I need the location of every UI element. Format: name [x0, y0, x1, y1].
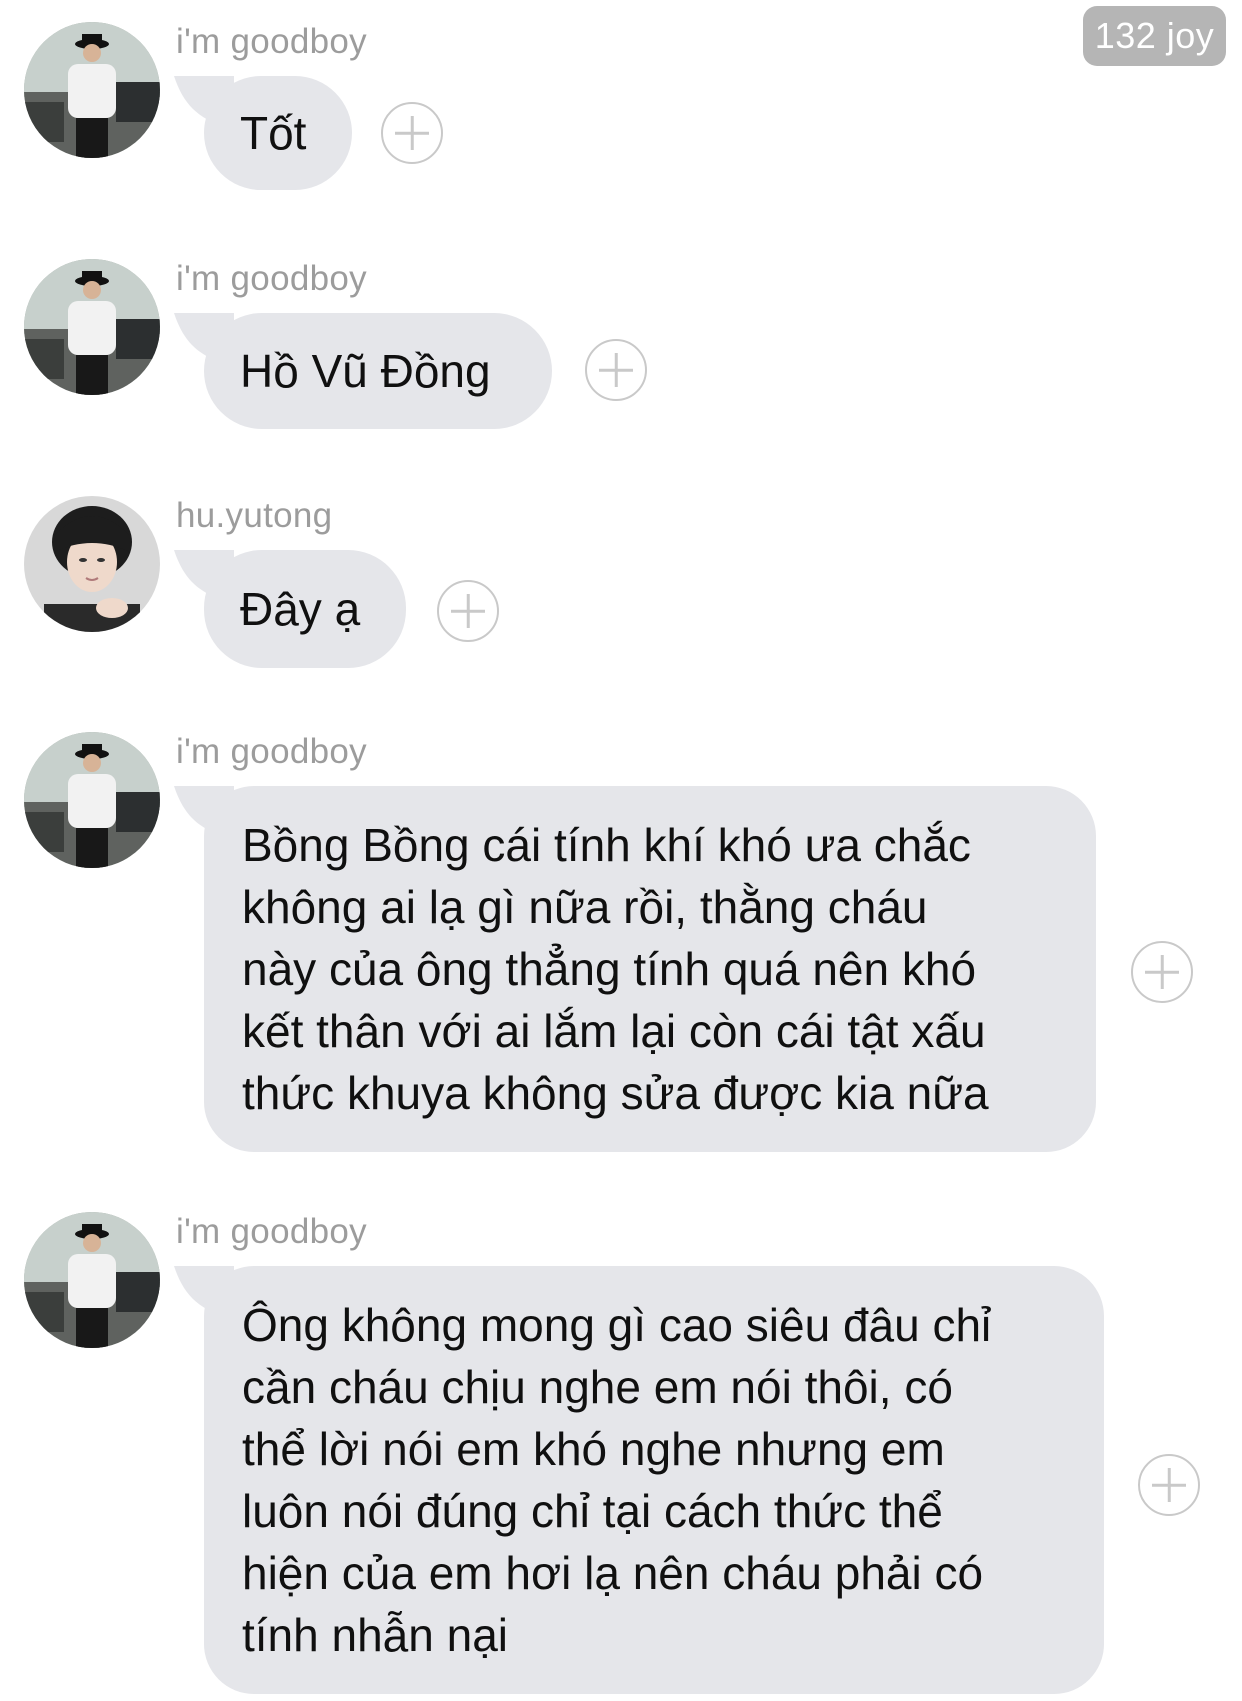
- message-line: tính nhẫn nại: [242, 1609, 509, 1661]
- goodboy-avatar[interactable]: [24, 732, 160, 868]
- message-line: cần cháu chịu nghe em nói thôi, có: [242, 1361, 953, 1413]
- yutong-avatar[interactable]: [24, 496, 160, 632]
- message-row: i'm goodboy Bồng Bồng cái tính khí khó ư…: [0, 730, 1242, 1160]
- sender-name: i'm goodboy: [176, 1212, 367, 1251]
- sender-name: i'm goodboy: [176, 732, 367, 771]
- message-row: i'm goodboy Tốt: [0, 20, 1242, 190]
- sender-name: i'm goodboy: [176, 22, 367, 61]
- message-line: Bồng Bồng cái tính khí khó ưa chắc: [242, 819, 971, 871]
- goodboy-avatar[interactable]: [24, 1212, 160, 1348]
- message-row: i'm goodboy Hồ Vũ Đồng: [0, 257, 1242, 429]
- message-text: Đây ạ: [240, 583, 361, 635]
- sender-name: hu.yutong: [176, 496, 333, 535]
- message-line: Ông không mong gì cao siêu đâu chỉ: [242, 1299, 992, 1351]
- add-reaction-button[interactable]: [585, 339, 647, 401]
- goodboy-avatar[interactable]: [24, 259, 160, 395]
- message-bubble[interactable]: Ông không mong gì cao siêu đâu chỉ cần c…: [174, 1266, 1104, 1694]
- add-reaction-button[interactable]: [437, 580, 499, 642]
- add-reaction-button[interactable]: [1138, 1454, 1200, 1516]
- message-bubble[interactable]: Đây ạ: [174, 550, 406, 668]
- message-row: hu.yutong Đây ạ: [0, 494, 1242, 668]
- sender-name: i'm goodboy: [176, 259, 367, 298]
- message-text: Hồ Vũ Đồng: [240, 345, 491, 397]
- message-line: kết thân với ai lắm lại còn cái tật xấu: [242, 1005, 986, 1057]
- message-line: không ai lạ gì nữa rồi, thằng cháu: [242, 881, 928, 933]
- bubble-tail: [174, 786, 234, 840]
- message-bubble[interactable]: Tốt: [174, 76, 352, 190]
- message-text: Tốt: [240, 107, 307, 159]
- message-line: hiện của em hơi lạ nên cháu phải có: [242, 1547, 984, 1599]
- bubble-tail: [174, 76, 234, 130]
- message-line: thức khuya không sửa được kia nữa: [242, 1067, 989, 1119]
- message-line: này của ông thẳng tính quá nên khó: [242, 943, 977, 995]
- message-line: luôn nói đúng chỉ tại cách thức thể: [242, 1485, 943, 1537]
- message-bubble[interactable]: Hồ Vũ Đồng: [174, 313, 552, 429]
- add-reaction-button[interactable]: [1131, 941, 1193, 1003]
- message-line: thể lời nói em khó nghe nhưng em: [242, 1423, 945, 1475]
- bubble-tail: [174, 550, 234, 604]
- message-bubble[interactable]: Bồng Bồng cái tính khí khó ưa chắc không…: [174, 786, 1096, 1152]
- goodboy-avatar[interactable]: [24, 22, 160, 158]
- bubble-tail: [174, 1266, 234, 1320]
- message-row: i'm goodboy Ông không mong gì cao siêu đ…: [0, 1210, 1242, 1700]
- bubble-tail: [174, 313, 234, 367]
- add-reaction-button[interactable]: [381, 102, 443, 164]
